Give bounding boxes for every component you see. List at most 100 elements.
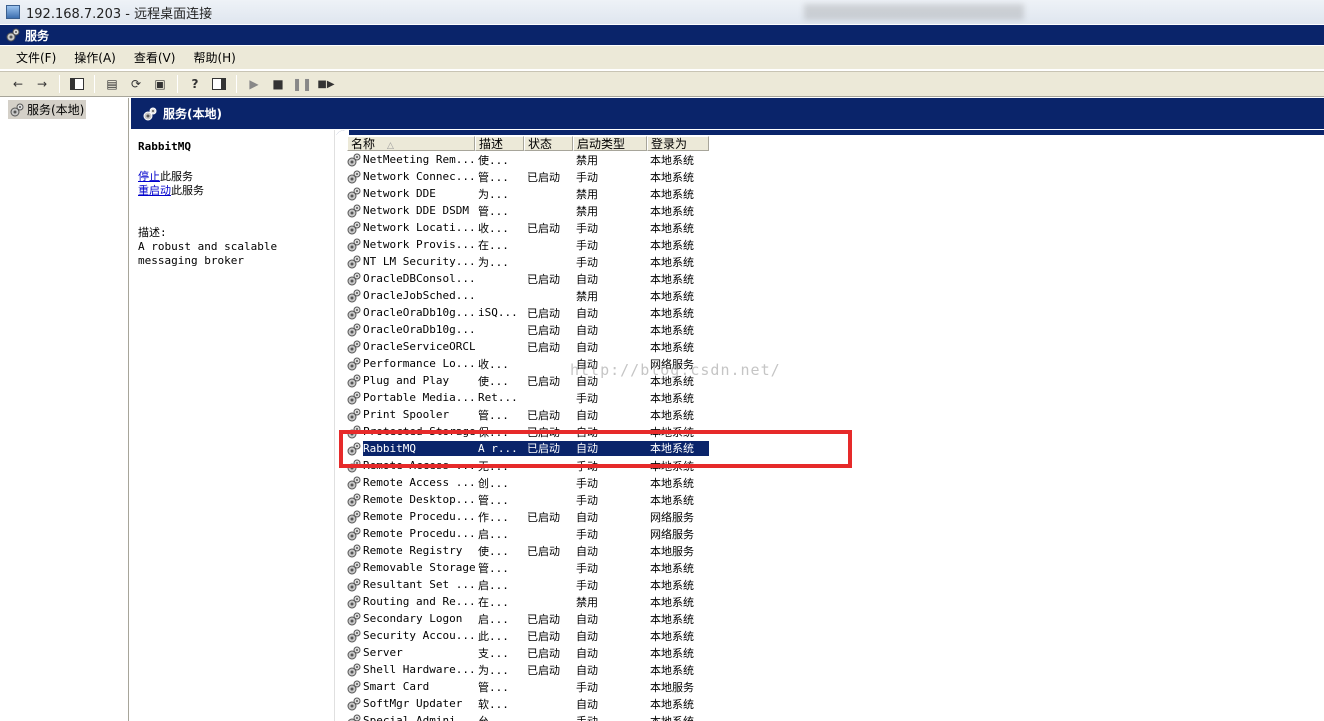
service-description: 作... — [478, 510, 509, 524]
service-status: 已启动 — [527, 221, 560, 235]
pause-service-icon[interactable]: ❚❚ — [292, 74, 312, 94]
service-row[interactable]: Plug and Play 使... 已启动 自动 本地系统 — [347, 372, 709, 389]
service-row[interactable]: Network DDE 为... 禁用 本地系统 — [347, 185, 709, 202]
service-row[interactable]: OracleJobSched... 禁用 本地系统 — [347, 287, 709, 304]
service-row[interactable]: Remote Desktop... 管... 手动 本地系统 — [347, 491, 709, 508]
service-gear-icon — [347, 510, 361, 524]
restart-service-icon[interactable]: ■▶ — [316, 74, 336, 94]
service-row[interactable]: Remote Procedu... 作... 已启动 自动 网络服务 — [347, 508, 709, 525]
service-startup-type: 自动 — [576, 374, 598, 388]
service-row[interactable]: Protected Storage 保... 已启动 自动 本地系统 — [347, 423, 709, 440]
service-name: Special Admini... — [363, 714, 475, 721]
service-row[interactable]: Smart Card 管... 手动 本地服务 — [347, 678, 709, 695]
service-row[interactable]: Network Connec... 管... 已启动 手动 本地系统 — [347, 168, 709, 185]
rdp-title-bar: 192.168.7.203 - 远程桌面连接 — [0, 0, 1324, 24]
service-gear-icon — [347, 408, 361, 422]
service-description: 在... — [478, 595, 509, 609]
menu-file[interactable]: 文件(F) — [8, 47, 64, 68]
column-header-logon-as[interactable]: 登录为 — [647, 136, 709, 151]
service-name: OracleOraDb10g... — [363, 323, 475, 336]
service-row[interactable]: Security Accou... 此... 已启动 自动 本地系统 — [347, 627, 709, 644]
service-description: 管... — [478, 408, 509, 422]
menu-view[interactable]: 查看(V) — [126, 47, 184, 68]
stop-service-icon[interactable]: ■ — [268, 74, 288, 94]
service-row[interactable]: Shell Hardware... 为... 已启动 自动 本地系统 — [347, 661, 709, 678]
export-list-icon[interactable]: ▣ — [150, 74, 170, 94]
service-row[interactable]: Network Provis... 在... 手动 本地系统 — [347, 236, 709, 253]
service-name-cell: Remote Desktop... — [347, 493, 475, 507]
service-row[interactable]: Remote Access ... 创... 手动 本地系统 — [347, 474, 709, 491]
service-name-cell: Network DDE — [347, 187, 475, 201]
start-service-icon[interactable]: ▶ — [244, 74, 264, 94]
show-hide-action-pane-icon[interactable] — [209, 74, 229, 94]
column-header-name[interactable]: 名称 △ — [347, 136, 475, 151]
service-row[interactable]: OracleOraDb10g... 已启动 自动 本地系统 — [347, 321, 709, 338]
service-name-cell: Performance Lo... — [347, 357, 475, 371]
back-arrow-icon[interactable]: ← — [8, 74, 28, 94]
service-row[interactable]: Server 支... 已启动 自动 本地系统 — [347, 644, 709, 661]
column-header-startup-type[interactable]: 启动类型 — [573, 136, 647, 151]
service-row[interactable]: Print Spooler 管... 已启动 自动 本地系统 — [347, 406, 709, 423]
service-row[interactable]: OracleOraDb10g... iSQ... 已启动 自动 本地系统 — [347, 304, 709, 321]
service-row[interactable]: Remote Access ... 无... 手动 本地系统 — [347, 457, 709, 474]
forward-arrow-icon[interactable]: → — [32, 74, 52, 94]
service-row[interactable]: Routing and Re... 在... 禁用 本地系统 — [347, 593, 709, 610]
service-name: Remote Procedu... — [363, 510, 475, 523]
service-startup-type: 禁用 — [576, 289, 598, 303]
service-name-cell: Security Accou... — [347, 629, 475, 643]
pane-title: 服务(本地) — [163, 107, 222, 121]
service-logon-as: 本地系统 — [650, 255, 694, 269]
service-startup-type: 自动 — [576, 272, 598, 286]
service-row[interactable]: OracleServiceORCL 已启动 自动 本地系统 — [347, 338, 709, 355]
tree-node-services-local[interactable]: 服务(本地) — [8, 100, 87, 119]
service-logon-as: 本地系统 — [650, 204, 694, 218]
service-row[interactable]: Network Locati... 收... 已启动 手动 本地系统 — [347, 219, 709, 236]
column-header-description[interactable]: 描述 — [475, 136, 524, 151]
service-row[interactable]: Network DDE DSDM 管... 禁用 本地系统 — [347, 202, 709, 219]
service-row[interactable]: Performance Lo... 收... 自动 网络服务 — [347, 355, 709, 372]
restart-service-link[interactable]: 重启动 — [138, 184, 171, 197]
service-name-cell: Secondary Logon — [347, 612, 475, 626]
service-description: Ret... — [478, 391, 518, 404]
service-row[interactable]: Remote Procedu... 启... 手动 网络服务 — [347, 525, 709, 542]
service-gear-icon — [347, 476, 361, 490]
services-gear-icon — [6, 28, 20, 42]
service-row[interactable]: Remote Registry 使... 已启动 自动 本地服务 — [347, 542, 709, 559]
service-row[interactable]: Secondary Logon 启... 已启动 自动 本地系统 — [347, 610, 709, 627]
service-row[interactable]: Special Admini... 允... 手动 本地系统 — [347, 712, 709, 721]
help-icon[interactable]: ? — [185, 74, 205, 94]
service-description: 启... — [478, 527, 509, 541]
service-status: 已启动 — [527, 306, 560, 320]
menu-action[interactable]: 操作(A) — [66, 47, 124, 68]
service-name: Resultant Set ... — [363, 578, 475, 591]
service-row[interactable]: Removable Storage 管... 手动 本地系统 — [347, 559, 709, 576]
menu-help[interactable]: 帮助(H) — [185, 47, 243, 68]
blurred-toolbar-region — [804, 4, 1024, 20]
service-row[interactable]: Portable Media... Ret... 手动 本地系统 — [347, 389, 709, 406]
service-logon-as: 本地系统 — [650, 714, 694, 721]
service-row[interactable]: SoftMgr Updater 软... 自动 本地系统 — [347, 695, 709, 712]
properties-icon[interactable]: ▤ — [102, 74, 122, 94]
service-row[interactable]: Resultant Set ... 启... 手动 本地系统 — [347, 576, 709, 593]
service-name-cell: NetMeeting Rem... — [347, 153, 475, 167]
service-gear-icon — [347, 374, 361, 388]
service-row[interactable]: NetMeeting Rem... 使... 禁用 本地系统 — [347, 151, 709, 168]
refresh-icon[interactable]: ⟳ — [126, 74, 146, 94]
service-gear-icon — [347, 612, 361, 626]
show-hide-tree-icon[interactable] — [67, 74, 87, 94]
service-gear-icon — [347, 697, 361, 711]
service-description: 为... — [478, 255, 509, 269]
service-row[interactable]: NT LM Security... 为... 手动 本地系统 — [347, 253, 709, 270]
service-startup-type: 自动 — [576, 306, 598, 320]
column-header-status[interactable]: 状态 — [524, 136, 573, 151]
service-logon-as: 本地系统 — [650, 408, 694, 422]
service-name: Network Connec... — [363, 170, 475, 183]
toolbar-separator — [59, 75, 60, 93]
service-startup-type: 手动 — [576, 476, 598, 490]
service-description: 使... — [478, 374, 509, 388]
service-row[interactable]: OracleDBConsol... 已启动 自动 本地系统 — [347, 270, 709, 287]
stop-service-link[interactable]: 停止 — [138, 170, 160, 183]
service-row[interactable]: RabbitMQ A r... 已启动 自动 本地系统 — [347, 440, 709, 457]
service-startup-type: 禁用 — [576, 204, 598, 218]
service-logon-as: 本地服务 — [650, 544, 694, 558]
